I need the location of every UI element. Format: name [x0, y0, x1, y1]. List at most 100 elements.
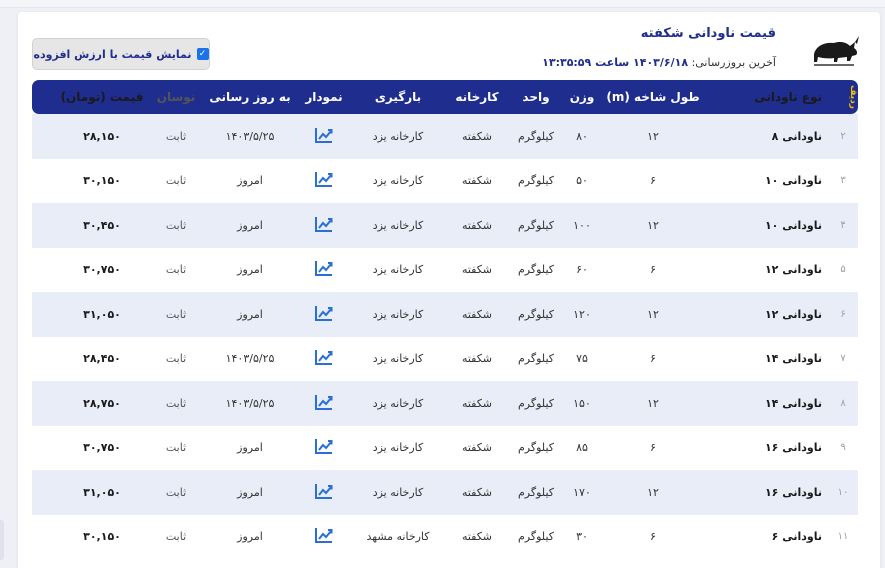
vat-price-toggle[interactable]: ✓ نمایش قیمت با ارزش افزوده [32, 38, 210, 70]
row-type: ناودانی ۱۴ [764, 396, 822, 410]
row-length: ۱۲ [647, 307, 659, 321]
trend-chart-icon[interactable] [315, 216, 333, 232]
row-fluctuation: ثابت [165, 485, 187, 499]
row-fluctuation: ثابت [165, 352, 187, 366]
table-body: ۲ ناودانی ۸ ۱۲ ۸۰ کیلوگرم شکفته کارخانه یزد ۱۴۰… [32, 114, 858, 559]
col-header-fluctuation[interactable]: نوسان [152, 90, 200, 104]
table-row: ۱۱ ناودانی ۶ ۶ ۳۰ کیلوگرم شکفته کارخانه مشهد ام… [32, 515, 858, 560]
row-index: ۵ [840, 264, 846, 276]
table-row: ۸ ناودانی ۱۴ ۱۲ ۱۵۰ کیلوگرم شکفته کارخانه یزد ۱… [32, 381, 858, 426]
trend-chart-icon[interactable] [315, 305, 333, 321]
col-header-factory[interactable]: کارخانه [448, 90, 506, 104]
row-updated: امروز [237, 218, 263, 232]
last-updated-label: آخرین بروزرسانی: [691, 56, 776, 69]
row-chart [300, 216, 348, 235]
table-row: ۷ ناودانی ۱۴ ۶ ۷۵ کیلوگرم شکفته کارخانه یزد ۱۴۰… [32, 337, 858, 382]
row-loading: کارخانه یزد [372, 485, 424, 499]
row-updated: امروز [237, 174, 263, 188]
vat-toggle-label: نمایش قیمت با ارزش افزوده [33, 47, 192, 61]
row-weight: ۳۰ [576, 530, 588, 544]
row-length: ۶ [650, 352, 656, 366]
row-updated: امروز [237, 485, 263, 499]
row-chart [300, 349, 348, 368]
row-loading: کارخانه یزد [372, 396, 424, 410]
row-price: ۳۱,۰۵۰ [83, 485, 121, 499]
row-weight: ۱۵۰ [573, 396, 591, 410]
col-header-price[interactable]: قیمت (تومان) [52, 90, 152, 104]
row-factory: شکفته [461, 263, 493, 277]
row-loading: کارخانه یزد [372, 352, 424, 366]
row-updated: ۱۴۰۳/۵/۲۵ [225, 396, 275, 410]
row-price: ۲۸,۴۵۰ [83, 352, 121, 366]
table-header: ردیف نوع ناودانی طول شاخه (m) وزن واحد ک… [32, 80, 858, 114]
row-unit: کیلوگرم [518, 263, 554, 277]
row-type: ناودانی ۱۰ [764, 218, 822, 232]
row-factory: شکفته [461, 396, 493, 410]
row-loading: کارخانه یزد [372, 441, 424, 455]
vat-checkbox[interactable]: ✓ [196, 48, 209, 60]
trend-chart-icon[interactable] [315, 171, 333, 188]
row-type: ناودانی ۱۶ [764, 485, 822, 499]
row-chart [300, 305, 348, 324]
row-type: ناودانی ۱۴ [764, 352, 822, 366]
row-price: ۳۰,۷۵۰ [83, 441, 121, 455]
row-unit: کیلوگرم [518, 307, 554, 321]
col-header-type[interactable]: نوع ناودانی [708, 90, 828, 104]
row-index: ۹ [840, 442, 846, 454]
col-header-index: ردیف [848, 85, 858, 109]
row-index: ۸ [840, 397, 846, 409]
row-chart [300, 527, 348, 546]
row-fluctuation: ثابت [165, 396, 187, 410]
trend-chart-icon[interactable] [315, 127, 333, 143]
row-loading: کارخانه یزد [372, 174, 424, 188]
row-chart [300, 438, 348, 457]
row-loading: کارخانه یزد [372, 218, 424, 232]
row-updated: امروز [237, 530, 263, 544]
row-factory: شکفته [461, 174, 493, 188]
row-unit: کیلوگرم [518, 441, 554, 455]
row-unit: کیلوگرم [518, 129, 554, 143]
row-factory: شکفته [461, 441, 493, 455]
row-price: ۲۸,۱۵۰ [83, 129, 121, 143]
row-type: ناودانی ۱۲ [764, 263, 822, 277]
row-price: ۳۰,۷۵۰ [83, 263, 121, 277]
table-row: ۴ ناودانی ۱۰ ۱۲ ۱۰۰ کیلوگرم شکفته کارخانه یزد ا… [32, 203, 858, 248]
table-row: ۱۰ ناودانی ۱۶ ۱۲ ۱۷۰ کیلوگرم شکفته کارخانه یزد… [32, 470, 858, 515]
row-type: ناودانی ۱۰ [764, 174, 822, 188]
trend-chart-icon[interactable] [315, 349, 333, 366]
trend-chart-icon[interactable] [315, 394, 333, 410]
row-fluctuation: ثابت [165, 129, 187, 143]
trend-chart-icon[interactable] [315, 483, 333, 499]
row-length: ۶ [650, 174, 656, 188]
row-updated: امروز [237, 307, 263, 321]
row-price: ۳۰,۱۵۰ [83, 174, 121, 188]
row-length: ۱۲ [647, 218, 659, 232]
row-weight: ۱۲۰ [573, 307, 591, 321]
last-updated-value: ۱۴۰۳/۶/۱۸ ساعت ۱۳:۳۵:۵۹ [542, 56, 689, 69]
row-updated: ۱۴۰۳/۵/۲۵ [225, 352, 275, 366]
trend-chart-icon[interactable] [315, 527, 333, 544]
col-header-weight[interactable]: وزن [566, 90, 598, 104]
row-chart [300, 171, 348, 190]
row-price: ۳۰,۴۵۰ [83, 218, 121, 232]
row-updated: امروز [237, 263, 263, 277]
row-updated: امروز [237, 441, 263, 455]
row-weight: ۵۰ [576, 174, 588, 188]
row-weight: ۱۷۰ [573, 485, 591, 499]
col-header-length[interactable]: طول شاخه (m) [598, 90, 708, 104]
col-header-loading[interactable]: بارگیری [348, 90, 448, 104]
row-length: ۶ [650, 441, 656, 455]
trend-chart-icon[interactable] [315, 260, 333, 277]
row-factory: شکفته [461, 218, 493, 232]
last-updated: آخرین بروزرسانی: ۱۴۰۳/۶/۱۸ ساعت ۱۳:۳۵:۵۹ [542, 56, 776, 69]
row-loading: کارخانه یزد [372, 263, 424, 277]
col-header-updated[interactable]: به روز رسانی [200, 90, 300, 104]
row-unit: کیلوگرم [518, 396, 554, 410]
row-fluctuation: ثابت [165, 174, 187, 188]
row-weight: ۱۰۰ [573, 218, 591, 232]
rhino-logo-icon [814, 36, 859, 66]
trend-chart-icon[interactable] [315, 438, 333, 455]
col-header-unit[interactable]: واحد [506, 90, 566, 104]
price-table: ردیف نوع ناودانی طول شاخه (m) وزن واحد ک… [32, 80, 858, 559]
row-loading: کارخانه یزد [372, 129, 424, 143]
